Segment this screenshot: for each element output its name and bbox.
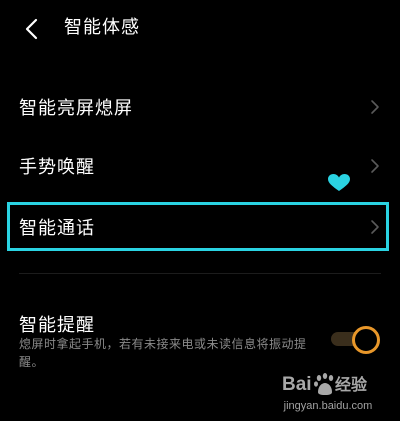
chevron-right-icon (370, 158, 380, 174)
top-bar: 智能体感 (0, 0, 400, 58)
toggle-knob (352, 326, 380, 354)
svg-text:Bai: Bai (282, 374, 312, 395)
back-button[interactable] (18, 14, 46, 44)
section-divider (19, 273, 381, 274)
baidu-logo: Bai 经验 (282, 373, 368, 395)
smart-reminder-description: 熄屏时拿起手机，若有未接来电或未读信息将振动提醒。 (19, 337, 307, 369)
smart-reminder-toggle[interactable] (331, 325, 380, 354)
watermark-url: jingyan.baidu.com (283, 400, 373, 412)
settings-item-smart-call[interactable]: 智能通话 (0, 202, 400, 252)
chevron-right-icon (370, 219, 380, 235)
settings-item-label: 手势唤醒 (19, 157, 95, 178)
chevron-left-icon (25, 18, 38, 40)
smart-reminder-label: 智能提醒 (19, 315, 95, 336)
page-title: 智能体感 (64, 17, 140, 38)
chevron-right-icon (370, 99, 380, 115)
baidu-jingyan-watermark: Bai 经验 jingyan.baidu.com (268, 368, 388, 418)
settings-item-label: 智能亮屏熄屏 (19, 98, 133, 119)
smart-sensing-settings-page: 智能体感 智能亮屏熄屏 手势唤醒 智能通话 智能提醒 熄屏时拿起手机，若有未接来… (0, 0, 400, 421)
svg-text:经验: 经验 (335, 375, 368, 394)
settings-item-smart-screen-on-off[interactable]: 智能亮屏熄屏 (0, 82, 400, 132)
settings-item-label: 智能通话 (19, 218, 95, 239)
heart-icon (328, 174, 350, 191)
